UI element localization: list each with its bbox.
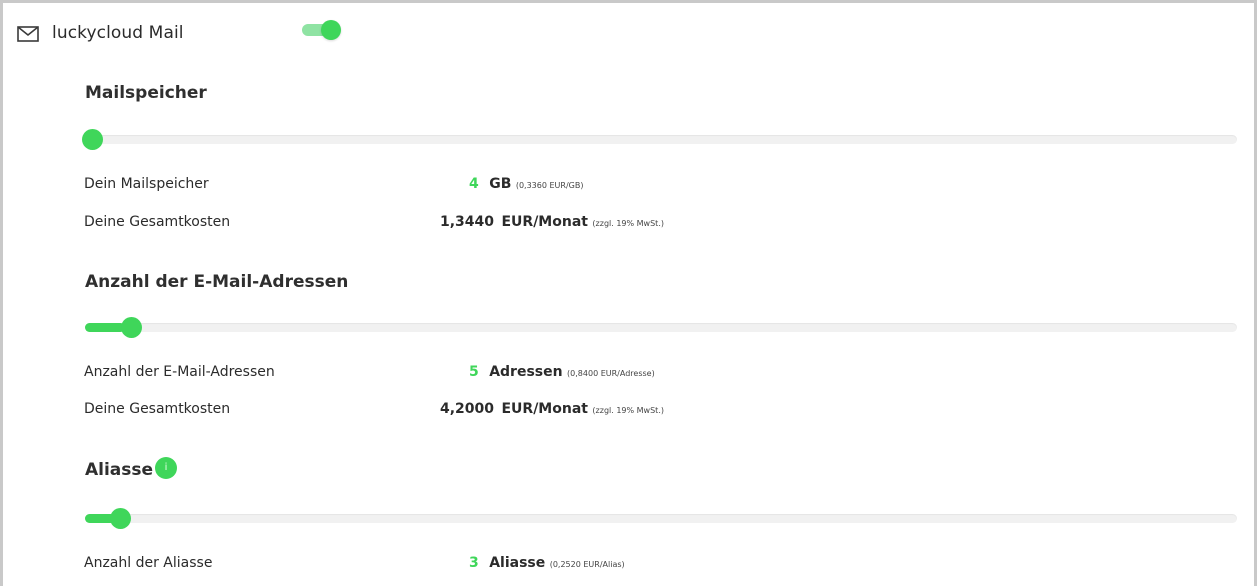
email-addresses-cost-value: 4,2000 EUR/Monat (zzgl. 19% MwSt.) <box>440 401 664 417</box>
email-addresses-slider[interactable] <box>85 316 1237 338</box>
email-addresses-cost-number: 4,2000 <box>440 401 495 417</box>
section-title-aliasse: Aliasse <box>85 460 154 480</box>
mailspeicher-value: 4 GB (0,3360 EUR/GB) <box>469 176 583 192</box>
aliasse-number: 3 <box>469 555 479 571</box>
mailspeicher-label: Dein Mailspeicher <box>84 176 209 192</box>
slider-track[interactable] <box>85 514 1237 523</box>
slider-handle[interactable] <box>82 129 103 150</box>
mailspeicher-unit: GB <box>489 176 512 192</box>
mailspeicher-cost-tax: (zzgl. 19% MwSt.) <box>592 219 664 228</box>
email-addresses-unit: Adressen <box>489 364 563 380</box>
toggle-knob[interactable] <box>321 20 341 40</box>
mail-settings-panel: luckycloud Mail Mailspeicher Dein Mailsp… <box>0 0 1257 586</box>
email-addresses-cost-tax: (zzgl. 19% MwSt.) <box>592 406 664 415</box>
section-title-mailspeicher: Mailspeicher <box>85 83 207 103</box>
slider-track[interactable] <box>85 135 1237 144</box>
aliasse-price: (0,2520 EUR/Alias) <box>549 560 625 569</box>
email-addresses-value: 5 Adressen (0,8400 EUR/Adresse) <box>469 364 655 380</box>
mailspeicher-price: (0,3360 EUR/GB) <box>515 181 584 190</box>
section-title-email-addresses: Anzahl der E-Mail-Adressen <box>85 272 349 292</box>
slider-track[interactable] <box>85 323 1237 332</box>
mailspeicher-number: 4 <box>469 176 479 192</box>
slider-handle[interactable] <box>121 317 142 338</box>
mail-icon <box>17 26 39 42</box>
email-addresses-price: (0,8400 EUR/Adresse) <box>567 369 655 378</box>
aliasse-unit: Aliasse <box>489 555 546 571</box>
mailspeicher-cost-value: 1,3440 EUR/Monat (zzgl. 19% MwSt.) <box>440 214 664 230</box>
mailspeicher-cost-unit: EUR/Monat <box>501 214 588 230</box>
mailspeicher-cost-label: Deine Gesamtkosten <box>84 214 231 230</box>
aliasse-slider[interactable] <box>85 507 1237 529</box>
slider-fill <box>85 323 125 332</box>
aliasse-value: 3 Aliasse (0,2520 EUR/Alias) <box>469 555 625 571</box>
email-addresses-cost-label: Deine Gesamtkosten <box>84 401 231 417</box>
slider-handle[interactable] <box>110 508 131 529</box>
mailspeicher-slider[interactable] <box>82 128 1237 150</box>
aliasse-label: Anzahl der Aliasse <box>84 555 213 571</box>
email-addresses-label: Anzahl der E-Mail-Adressen <box>84 364 275 380</box>
email-addresses-cost-unit: EUR/Monat <box>501 401 588 417</box>
mail-enable-toggle[interactable] <box>301 19 343 41</box>
info-badge[interactable]: i <box>155 457 177 479</box>
mailspeicher-cost-number: 1,3440 <box>440 214 495 230</box>
app-title: luckycloud Mail <box>52 23 184 43</box>
email-addresses-number: 5 <box>469 364 479 380</box>
